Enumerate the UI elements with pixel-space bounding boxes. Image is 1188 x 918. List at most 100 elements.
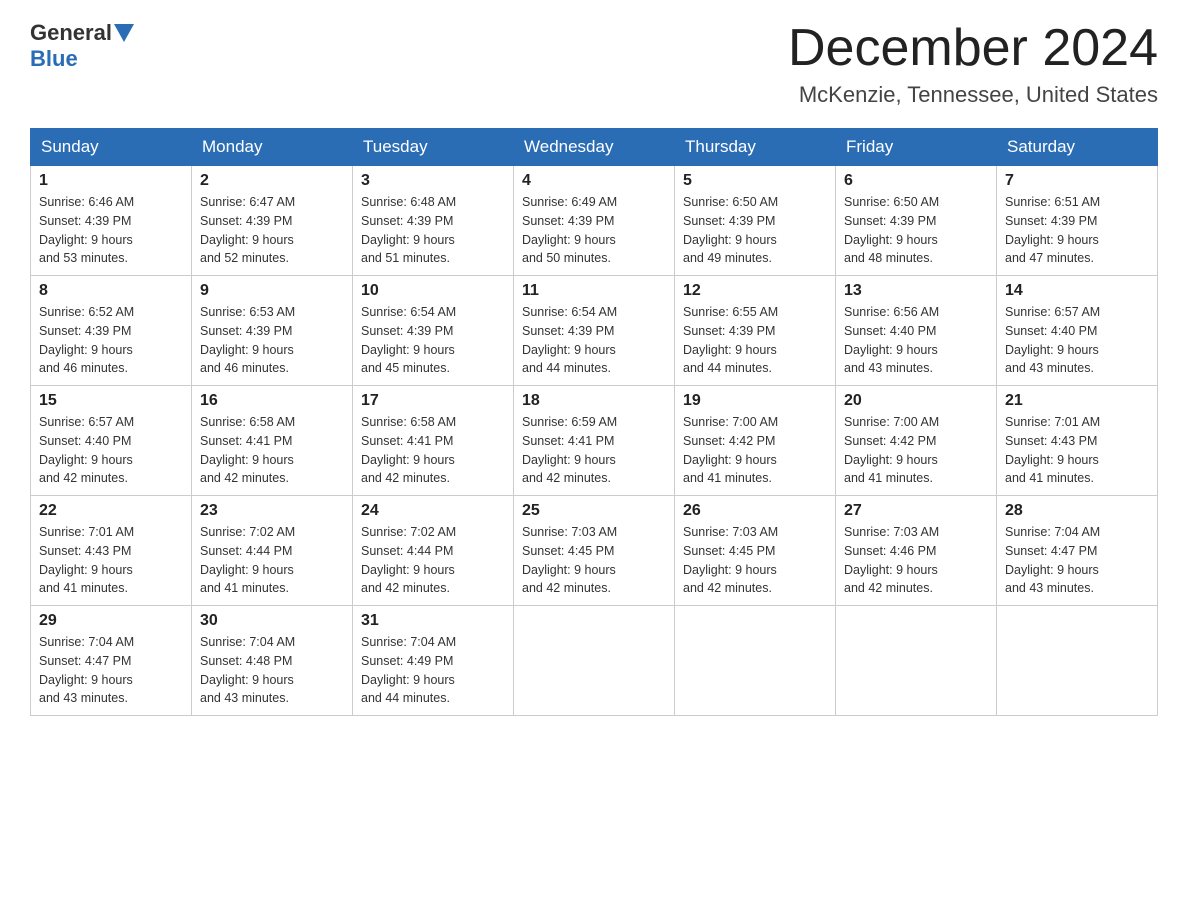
day-number: 25	[522, 502, 666, 520]
day-info: Sunrise: 7:03 AM Sunset: 4:45 PM Dayligh…	[683, 523, 827, 598]
day-info: Sunrise: 6:58 AM Sunset: 4:41 PM Dayligh…	[200, 413, 344, 488]
day-info: Sunrise: 7:00 AM Sunset: 4:42 PM Dayligh…	[683, 413, 827, 488]
day-number: 18	[522, 392, 666, 410]
table-row: 4 Sunrise: 6:49 AM Sunset: 4:39 PM Dayli…	[514, 166, 675, 276]
table-row: 17 Sunrise: 6:58 AM Sunset: 4:41 PM Dayl…	[353, 386, 514, 496]
day-number: 17	[361, 392, 505, 410]
table-row: 23 Sunrise: 7:02 AM Sunset: 4:44 PM Dayl…	[192, 496, 353, 606]
table-row: 16 Sunrise: 6:58 AM Sunset: 4:41 PM Dayl…	[192, 386, 353, 496]
day-info: Sunrise: 7:03 AM Sunset: 4:45 PM Dayligh…	[522, 523, 666, 598]
day-info: Sunrise: 6:51 AM Sunset: 4:39 PM Dayligh…	[1005, 193, 1149, 268]
table-row: 31 Sunrise: 7:04 AM Sunset: 4:49 PM Dayl…	[353, 606, 514, 716]
day-number: 22	[39, 502, 183, 520]
table-row: 30 Sunrise: 7:04 AM Sunset: 4:48 PM Dayl…	[192, 606, 353, 716]
table-row	[675, 606, 836, 716]
day-info: Sunrise: 6:52 AM Sunset: 4:39 PM Dayligh…	[39, 303, 183, 378]
day-number: 11	[522, 282, 666, 300]
month-title: December 2024	[788, 20, 1158, 77]
day-number: 13	[844, 282, 988, 300]
day-info: Sunrise: 6:57 AM Sunset: 4:40 PM Dayligh…	[1005, 303, 1149, 378]
day-info: Sunrise: 6:48 AM Sunset: 4:39 PM Dayligh…	[361, 193, 505, 268]
logo-triangle-icon	[114, 24, 134, 42]
day-number: 28	[1005, 502, 1149, 520]
day-info: Sunrise: 6:47 AM Sunset: 4:39 PM Dayligh…	[200, 193, 344, 268]
table-row: 8 Sunrise: 6:52 AM Sunset: 4:39 PM Dayli…	[31, 276, 192, 386]
day-number: 31	[361, 612, 505, 630]
day-number: 10	[361, 282, 505, 300]
table-row: 15 Sunrise: 6:57 AM Sunset: 4:40 PM Dayl…	[31, 386, 192, 496]
table-row: 18 Sunrise: 6:59 AM Sunset: 4:41 PM Dayl…	[514, 386, 675, 496]
calendar-header-tuesday: Tuesday	[353, 129, 514, 166]
day-number: 4	[522, 172, 666, 190]
day-number: 20	[844, 392, 988, 410]
day-info: Sunrise: 6:50 AM Sunset: 4:39 PM Dayligh…	[683, 193, 827, 268]
logo-general-text: General	[30, 20, 112, 46]
day-number: 27	[844, 502, 988, 520]
day-info: Sunrise: 6:59 AM Sunset: 4:41 PM Dayligh…	[522, 413, 666, 488]
table-row	[514, 606, 675, 716]
day-info: Sunrise: 6:49 AM Sunset: 4:39 PM Dayligh…	[522, 193, 666, 268]
day-number: 6	[844, 172, 988, 190]
day-number: 15	[39, 392, 183, 410]
title-area: December 2024 McKenzie, Tennessee, Unite…	[788, 20, 1158, 108]
day-info: Sunrise: 7:01 AM Sunset: 4:43 PM Dayligh…	[1005, 413, 1149, 488]
calendar-week-2: 8 Sunrise: 6:52 AM Sunset: 4:39 PM Dayli…	[31, 276, 1158, 386]
calendar-header-friday: Friday	[836, 129, 997, 166]
day-info: Sunrise: 6:58 AM Sunset: 4:41 PM Dayligh…	[361, 413, 505, 488]
table-row	[997, 606, 1158, 716]
table-row: 7 Sunrise: 6:51 AM Sunset: 4:39 PM Dayli…	[997, 166, 1158, 276]
day-number: 16	[200, 392, 344, 410]
day-number: 23	[200, 502, 344, 520]
table-row: 9 Sunrise: 6:53 AM Sunset: 4:39 PM Dayli…	[192, 276, 353, 386]
day-info: Sunrise: 7:00 AM Sunset: 4:42 PM Dayligh…	[844, 413, 988, 488]
day-info: Sunrise: 6:57 AM Sunset: 4:40 PM Dayligh…	[39, 413, 183, 488]
day-info: Sunrise: 7:02 AM Sunset: 4:44 PM Dayligh…	[200, 523, 344, 598]
table-row: 11 Sunrise: 6:54 AM Sunset: 4:39 PM Dayl…	[514, 276, 675, 386]
day-info: Sunrise: 7:01 AM Sunset: 4:43 PM Dayligh…	[39, 523, 183, 598]
table-row: 5 Sunrise: 6:50 AM Sunset: 4:39 PM Dayli…	[675, 166, 836, 276]
calendar-week-3: 15 Sunrise: 6:57 AM Sunset: 4:40 PM Dayl…	[31, 386, 1158, 496]
table-row	[836, 606, 997, 716]
table-row: 29 Sunrise: 7:04 AM Sunset: 4:47 PM Dayl…	[31, 606, 192, 716]
day-number: 24	[361, 502, 505, 520]
day-number: 7	[1005, 172, 1149, 190]
table-row: 12 Sunrise: 6:55 AM Sunset: 4:39 PM Dayl…	[675, 276, 836, 386]
day-info: Sunrise: 7:02 AM Sunset: 4:44 PM Dayligh…	[361, 523, 505, 598]
day-info: Sunrise: 7:04 AM Sunset: 4:47 PM Dayligh…	[39, 633, 183, 708]
table-row: 10 Sunrise: 6:54 AM Sunset: 4:39 PM Dayl…	[353, 276, 514, 386]
day-info: Sunrise: 7:04 AM Sunset: 4:47 PM Dayligh…	[1005, 523, 1149, 598]
day-number: 14	[1005, 282, 1149, 300]
logo: General Blue	[30, 20, 136, 72]
day-number: 2	[200, 172, 344, 190]
day-info: Sunrise: 6:56 AM Sunset: 4:40 PM Dayligh…	[844, 303, 988, 378]
table-row: 25 Sunrise: 7:03 AM Sunset: 4:45 PM Dayl…	[514, 496, 675, 606]
location-title: McKenzie, Tennessee, United States	[788, 82, 1158, 108]
day-number: 12	[683, 282, 827, 300]
table-row: 6 Sunrise: 6:50 AM Sunset: 4:39 PM Dayli…	[836, 166, 997, 276]
table-row: 1 Sunrise: 6:46 AM Sunset: 4:39 PM Dayli…	[31, 166, 192, 276]
day-info: Sunrise: 7:03 AM Sunset: 4:46 PM Dayligh…	[844, 523, 988, 598]
calendar-header-saturday: Saturday	[997, 129, 1158, 166]
calendar-week-4: 22 Sunrise: 7:01 AM Sunset: 4:43 PM Dayl…	[31, 496, 1158, 606]
day-number: 8	[39, 282, 183, 300]
calendar-header-thursday: Thursday	[675, 129, 836, 166]
day-info: Sunrise: 6:46 AM Sunset: 4:39 PM Dayligh…	[39, 193, 183, 268]
calendar-header-sunday: Sunday	[31, 129, 192, 166]
day-info: Sunrise: 6:50 AM Sunset: 4:39 PM Dayligh…	[844, 193, 988, 268]
day-number: 9	[200, 282, 344, 300]
table-row: 14 Sunrise: 6:57 AM Sunset: 4:40 PM Dayl…	[997, 276, 1158, 386]
day-info: Sunrise: 6:54 AM Sunset: 4:39 PM Dayligh…	[522, 303, 666, 378]
calendar-week-1: 1 Sunrise: 6:46 AM Sunset: 4:39 PM Dayli…	[31, 166, 1158, 276]
day-number: 19	[683, 392, 827, 410]
day-number: 3	[361, 172, 505, 190]
calendar-header-monday: Monday	[192, 129, 353, 166]
table-row: 3 Sunrise: 6:48 AM Sunset: 4:39 PM Dayli…	[353, 166, 514, 276]
day-info: Sunrise: 6:55 AM Sunset: 4:39 PM Dayligh…	[683, 303, 827, 378]
table-row: 20 Sunrise: 7:00 AM Sunset: 4:42 PM Dayl…	[836, 386, 997, 496]
calendar-header-wednesday: Wednesday	[514, 129, 675, 166]
table-row: 13 Sunrise: 6:56 AM Sunset: 4:40 PM Dayl…	[836, 276, 997, 386]
table-row: 24 Sunrise: 7:02 AM Sunset: 4:44 PM Dayl…	[353, 496, 514, 606]
table-row: 22 Sunrise: 7:01 AM Sunset: 4:43 PM Dayl…	[31, 496, 192, 606]
day-number: 30	[200, 612, 344, 630]
table-row: 19 Sunrise: 7:00 AM Sunset: 4:42 PM Dayl…	[675, 386, 836, 496]
